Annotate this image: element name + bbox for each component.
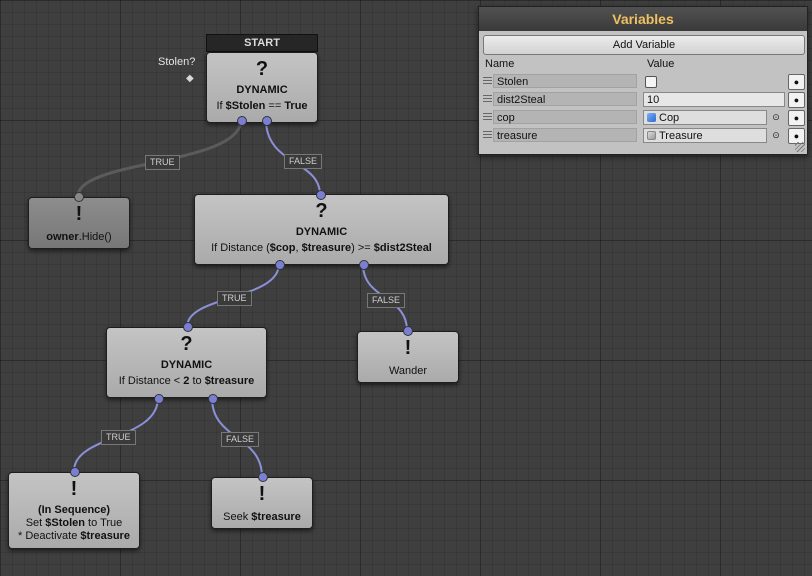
resize-grip-icon[interactable] (795, 142, 805, 152)
node-condition: If $Stolen == True (216, 100, 308, 112)
node-condition: If Distance < 2 to $treasure (118, 375, 255, 387)
add-variable-button[interactable]: Add Variable (483, 35, 805, 55)
wire-label-true: TRUE (145, 155, 180, 170)
variable-options-button[interactable]: ● (788, 110, 805, 126)
variable-object-label: Treasure (659, 130, 703, 142)
drag-handle-icon[interactable] (483, 113, 492, 122)
port-in[interactable] (403, 326, 413, 336)
node-condition: If Distance ($cop, $treasure) >= $dist2S… (211, 242, 432, 254)
variable-options-button[interactable]: ● (788, 74, 805, 90)
grey-cube-icon (647, 131, 656, 140)
drag-handle-icon[interactable] (483, 77, 492, 86)
node-in-sequence[interactable]: ! (In Sequence) Set $Stolen to True * De… (8, 472, 140, 549)
exclamation-icon: ! (258, 483, 266, 505)
variable-object-field[interactable]: Cop (643, 110, 767, 125)
variable-row-stolen: Stolen ● (479, 73, 807, 91)
wire-label-true: TRUE (217, 291, 252, 306)
port-out[interactable] (275, 260, 285, 270)
exclamation-icon: ! (70, 478, 78, 500)
node-distance-dynamic[interactable]: ? DYNAMIC If Distance ($cop, $treasure) … (194, 194, 449, 265)
node-action: Wander (388, 365, 428, 377)
question-icon: ? (315, 200, 328, 222)
port-out[interactable] (237, 116, 247, 126)
behaviour-tree-canvas[interactable]: START Stolen? ◆ ? DYNAMIC If $Stolen == … (0, 0, 812, 576)
column-header-name: Name (485, 58, 515, 70)
exclamation-icon: ! (75, 203, 83, 225)
variable-value-field[interactable]: 10 (643, 92, 785, 107)
variables-panel-title: Variables (479, 7, 807, 31)
object-picker-icon[interactable]: ⊙ (771, 112, 781, 122)
node-title: (In Sequence) (37, 504, 111, 516)
node-title: DYNAMIC (295, 226, 348, 238)
exclamation-icon: ! (404, 337, 412, 359)
node-action-line: Set $Stolen to True (25, 517, 123, 529)
node-title: DYNAMIC (236, 84, 288, 96)
variable-bool-checkbox[interactable] (645, 76, 657, 88)
variables-panel: Variables Add Variable Name Value Stolen… (478, 6, 808, 155)
variable-name-field[interactable]: cop (493, 110, 637, 124)
variable-object-field[interactable]: Treasure (643, 128, 767, 143)
port-in[interactable] (316, 190, 326, 200)
variable-row-cop: cop Cop ⊙ ● (479, 109, 807, 127)
wire-label-false: FALSE (284, 154, 323, 169)
port-out[interactable] (359, 260, 369, 270)
node-near-treasure-dynamic[interactable]: ? DYNAMIC If Distance < 2 to $treasure (106, 327, 267, 398)
drag-handle-icon[interactable] (483, 95, 492, 104)
port-out[interactable] (262, 116, 272, 126)
question-icon: ? (255, 58, 269, 80)
wire-label-true: TRUE (101, 430, 136, 445)
wire-label-false: FALSE (367, 293, 406, 308)
drag-handle-icon[interactable] (483, 131, 492, 140)
variable-name-field[interactable]: treasure (493, 128, 637, 142)
wire-label-false: FALSE (221, 432, 260, 447)
port-in[interactable] (74, 192, 84, 202)
variable-name-field[interactable]: Stolen (493, 74, 637, 88)
port-in[interactable] (70, 467, 80, 477)
node-tag-label: Stolen? (158, 56, 196, 68)
node-seek-treasure[interactable]: ! Seek $treasure (211, 477, 313, 529)
blue-cube-icon (647, 113, 656, 122)
object-picker-icon[interactable]: ⊙ (771, 130, 781, 140)
variable-row-dist2steal: dist2Steal 10 ● (479, 91, 807, 109)
node-title: DYNAMIC (160, 359, 213, 371)
tag-icon: ◆ (186, 73, 194, 84)
node-owner-hide[interactable]: ! owner.Hide() (28, 197, 130, 249)
port-in[interactable] (183, 322, 193, 332)
column-header-value: Value (647, 58, 675, 70)
node-action: Seek $treasure (223, 511, 301, 523)
port-out[interactable] (208, 394, 218, 404)
node-action-line: * Deactivate $treasure (18, 530, 130, 542)
variable-object-label: Cop (659, 112, 680, 124)
variable-name-field[interactable]: dist2Steal (493, 92, 637, 106)
port-in[interactable] (258, 472, 268, 482)
variable-options-button[interactable]: ● (788, 92, 805, 108)
start-header: START (206, 34, 318, 52)
variable-row-treasure: treasure Treasure ⊙ ● (479, 127, 807, 145)
port-out[interactable] (154, 394, 164, 404)
node-root-dynamic[interactable]: ? DYNAMIC If $Stolen == True (206, 52, 318, 123)
question-icon: ? (180, 333, 193, 355)
node-action: owner.Hide() (46, 231, 112, 243)
node-wander[interactable]: ! Wander (357, 331, 459, 383)
